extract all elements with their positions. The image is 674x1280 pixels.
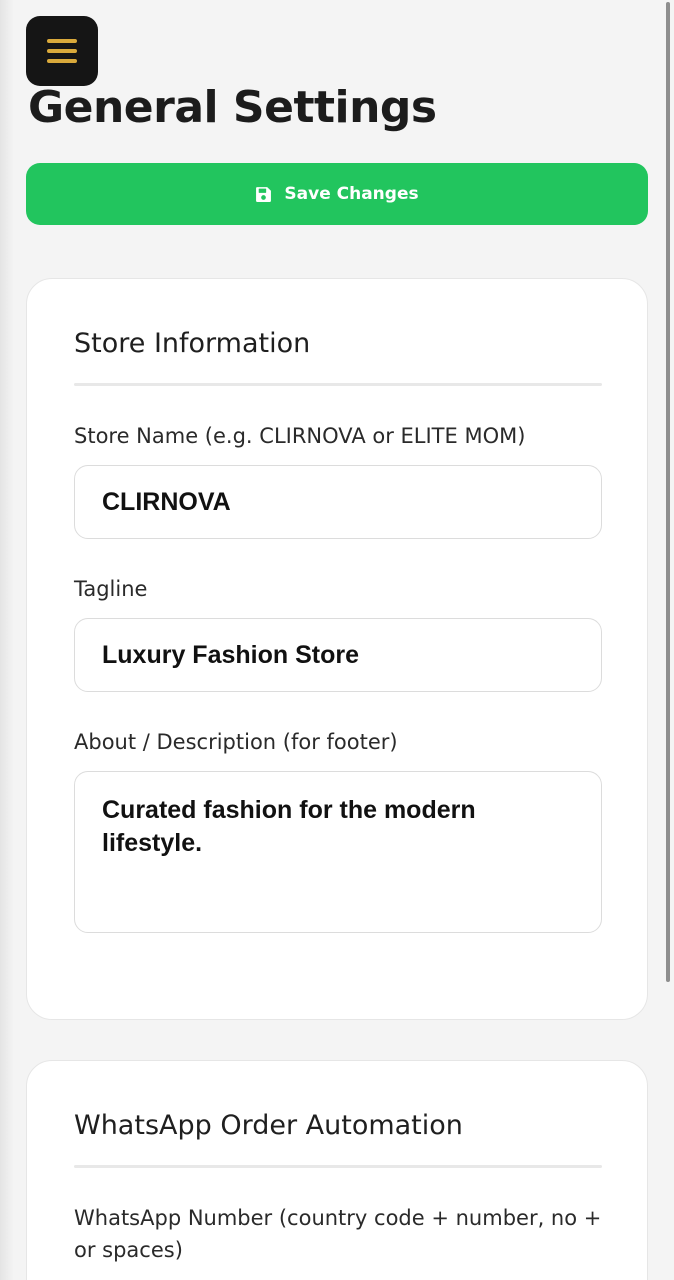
about-label: About / Description (for footer) bbox=[74, 730, 398, 754]
whatsapp-number-label: WhatsApp Number (country code + number, … bbox=[74, 1206, 602, 1262]
edge-shadow bbox=[0, 0, 14, 1280]
card-title-whatsapp: WhatsApp Order Automation bbox=[74, 1110, 463, 1141]
save-changes-button[interactable]: Save Changes bbox=[26, 163, 648, 225]
hamburger-menu-icon bbox=[47, 39, 77, 43]
hamburger-menu-icon-bar bbox=[47, 49, 77, 53]
whatsapp-automation-card: WhatsApp Order Automation WhatsApp Numbe… bbox=[26, 1060, 648, 1280]
store-name-input[interactable]: CLIRNOVA bbox=[74, 465, 602, 539]
hamburger-menu-icon-bar bbox=[47, 59, 77, 63]
divider bbox=[74, 1165, 602, 1168]
settings-page: General Settings Save Changes Store Info… bbox=[0, 0, 674, 1280]
about-textarea[interactable]: Curated fashion for the modern lifestyle… bbox=[74, 771, 602, 933]
store-information-card: Store Information Store Name (e.g. CLIRN… bbox=[26, 278, 648, 1020]
card-title-store-information: Store Information bbox=[74, 328, 311, 359]
menu-button[interactable] bbox=[26, 16, 98, 86]
save-button-label: Save Changes bbox=[284, 184, 419, 204]
store-name-label: Store Name (e.g. CLIRNOVA or ELITE MOM) bbox=[74, 424, 526, 448]
tagline-input[interactable]: Luxury Fashion Store bbox=[74, 618, 602, 692]
floppy-disk-icon bbox=[256, 186, 272, 202]
scrollbar[interactable] bbox=[666, 2, 670, 982]
page-title: General Settings bbox=[28, 82, 437, 133]
tagline-label: Tagline bbox=[74, 577, 148, 601]
divider bbox=[74, 383, 602, 386]
